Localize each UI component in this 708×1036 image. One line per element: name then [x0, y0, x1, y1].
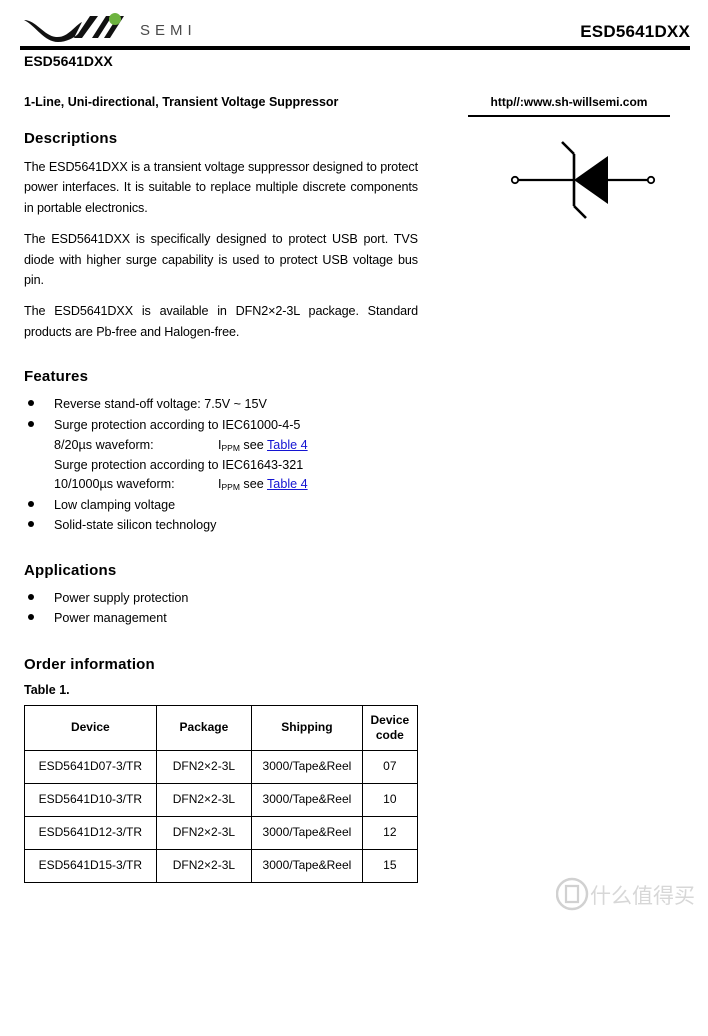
table-row: ESD5641D12-3/TR DFN2×2-3L 3000/Tape&Reel…	[24, 815, 419, 850]
list-item: Power management	[24, 609, 418, 629]
description-paragraph: The ESD5641DXX is specifically designed …	[24, 232, 418, 287]
applications-list: Power supply protection Power management	[24, 589, 418, 629]
table4-link[interactable]: Table 4	[267, 438, 308, 452]
surge-line-10-1000us: 10/1000µs waveform: IPPM see Table 4	[24, 475, 418, 495]
list-item: Solid-state silicon technology	[24, 516, 418, 536]
column-header-device: Device	[24, 704, 157, 751]
column-header-device-code: Device code	[361, 704, 419, 751]
application-text: Power supply protection	[54, 590, 189, 605]
table4-link[interactable]: Table 4	[267, 477, 308, 491]
application-text: Power management	[54, 611, 167, 626]
surge-line-8-20us: 8/20µs waveform: IPPM see Table 4	[24, 436, 418, 456]
ippm-symbol: IPPM	[218, 438, 240, 454]
cell-device: ESD5641D10-3/TR	[24, 782, 157, 817]
cell-shipping: 3000/Tape&Reel	[251, 782, 363, 817]
cell-package: DFN2×2-3L	[155, 815, 253, 850]
list-item: Reverse stand-off voltage: 7.5V ~ 15V	[24, 395, 418, 415]
bullet-icon	[28, 500, 34, 507]
left-column: Descriptions The ESD5641DXX is a transie…	[24, 130, 418, 883]
datasheet-page: SEMI ESD5641DXX ESD5641DXX 1-Line, Uni-d…	[0, 0, 708, 920]
table-row: ESD5641D15-3/TR DFN2×2-3L 3000/Tape&Reel…	[24, 848, 419, 883]
cell-device-code: 07	[361, 749, 419, 784]
cell-shipping: 3000/Tape&Reel	[251, 848, 363, 883]
cell-shipping: 3000/Tape&Reel	[251, 749, 363, 784]
list-item: Surge protection according to IEC61000-4…	[24, 416, 418, 436]
bullet-icon	[28, 420, 34, 427]
table-row: ESD5641D07-3/TR DFN2×2-3L 3000/Tape&Reel…	[24, 749, 419, 784]
feature-text: Solid-state silicon technology	[54, 518, 217, 533]
cell-package: DFN2×2-3L	[155, 749, 253, 784]
list-item: Power supply protection	[24, 589, 418, 609]
logo-dot	[109, 13, 121, 25]
description-paragraph: The ESD5641DXX is available in DFN2×2-3L…	[24, 304, 418, 339]
cell-device: ESD5641D12-3/TR	[24, 815, 157, 850]
willsemi-logo	[22, 12, 232, 46]
table-header-row: Device Package Shipping Device code	[24, 704, 419, 751]
table-caption: Table 1.	[24, 682, 70, 697]
bullet-icon	[28, 400, 34, 407]
waveform-label: 10/1000µs waveform:	[54, 477, 175, 492]
cell-package: DFN2×2-3L	[155, 782, 253, 817]
table-row: ESD5641D10-3/TR DFN2×2-3L 3000/Tape&Reel…	[24, 782, 419, 817]
cell-device: ESD5641D15-3/TR	[24, 848, 157, 883]
right-column: 3 1 and 2 Circuit diagram PIN3 3 1 2 PIN…	[440, 0, 708, 920]
cell-device-code: 12	[361, 815, 419, 850]
cell-device-code: 10	[361, 782, 419, 817]
features-heading: Features	[24, 368, 89, 386]
bullet-icon	[28, 521, 34, 528]
cell-package: DFN2×2-3L	[155, 848, 253, 883]
surge-standard-text: Surge protection according to IEC61643-3…	[54, 457, 304, 472]
cell-device: ESD5641D07-3/TR	[24, 749, 157, 784]
see-text: see	[243, 438, 264, 453]
cell-shipping: 3000/Tape&Reel	[251, 815, 363, 850]
bullet-icon	[28, 593, 34, 600]
waveform-label: 8/20µs waveform:	[54, 438, 154, 453]
description-paragraph: The ESD5641DXX is a transient voltage su…	[24, 160, 418, 215]
descriptions-heading: Descriptions	[24, 130, 118, 147]
applications-heading: Applications	[24, 561, 117, 579]
feature-text: Reverse stand-off voltage: 7.5V ~ 15V	[54, 397, 267, 412]
column-header-package: Package	[155, 704, 253, 751]
bullet-icon	[28, 614, 34, 621]
feature-text: Low clamping voltage	[54, 497, 176, 512]
order-information-table: Device Package Shipping Device code ESD5…	[24, 704, 419, 883]
list-item: Low clamping voltage	[24, 496, 418, 516]
brand-semi-text: SEMI	[140, 22, 197, 39]
document-subtitle: 1-Line, Uni-directional, Transient Volta…	[24, 95, 339, 109]
cell-device-code: 15	[361, 848, 419, 883]
feature-text: Surge protection according to IEC61000-4…	[54, 417, 301, 432]
document-title: ESD5641DXX	[24, 53, 113, 69]
features-list-tail: Low clamping voltage Solid-state silicon…	[24, 496, 418, 536]
ippm-symbol: IPPM	[218, 477, 240, 493]
circuit-diagram-symbol	[510, 141, 656, 219]
features-list: Reverse stand-off voltage: 7.5V ~ 15V Su…	[24, 395, 418, 435]
see-text: see	[243, 477, 264, 492]
column-header-shipping: Shipping	[251, 704, 363, 751]
surge-line-iec61643: Surge protection according to IEC61643-3…	[24, 456, 418, 476]
order-information-heading: Order information	[24, 655, 155, 673]
